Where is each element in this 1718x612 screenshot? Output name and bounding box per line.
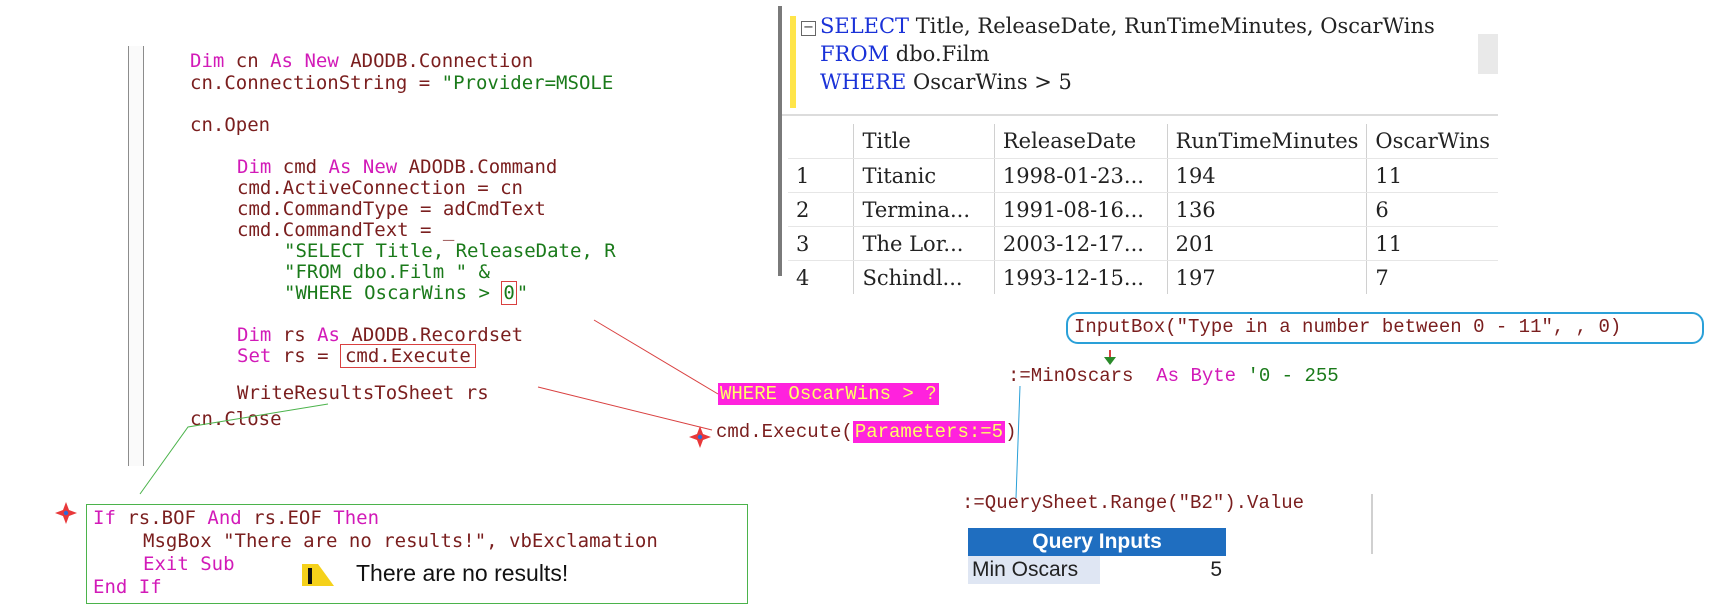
parameters-highlight: Parameters:=5	[852, 421, 1006, 443]
exclamation-icon	[302, 564, 334, 586]
keyword: As Byte	[1156, 365, 1237, 387]
code-line-if: If rs.BOF And rs.EOF Then	[93, 507, 379, 529]
red-connector-where	[593, 319, 719, 395]
no-results-check-block: If rs.BOF And rs.EOF Then MsgBox "There …	[86, 504, 748, 604]
code-text: cmd.Execute(	[716, 421, 853, 443]
code-line-exit-sub: Exit Sub	[143, 553, 235, 575]
keyword: And	[207, 507, 242, 529]
down-arrow-icon	[1104, 350, 1116, 365]
sparkle-icon	[55, 502, 77, 524]
inputbox-text: InputBox("Type in a number between 0 - 1…	[1074, 316, 1622, 338]
where-parameter-annotation: WHERE OscarWins > ?	[718, 383, 939, 405]
min-oscars-value[interactable]: 5	[1210, 556, 1222, 584]
queryrange-annotation: :=QuerySheet.Range("B2").Value	[962, 492, 1305, 514]
min-oscars-row[interactable]: Min Oscars 5	[968, 556, 1226, 584]
green-connector-error	[139, 403, 329, 495]
inputbox-annotation: InputBox("Type in a number between 0 - 1…	[1066, 312, 1704, 344]
minoscars-declaration: :=MinOscars As Byte '0 - 255	[1008, 365, 1339, 387]
blue-connector-minoscars	[1015, 385, 1021, 499]
message-text: There are no results!	[356, 560, 569, 586]
code-line-end-if: End If	[93, 576, 162, 598]
code-line-msgbox: MsgBox "There are no results!", vbExclam…	[143, 530, 658, 552]
cmd-execute-annotation: cmd.Execute(Parameters:=5)	[716, 420, 1016, 444]
comment: '0 - 255	[1247, 365, 1339, 387]
keyword: Then	[333, 507, 380, 529]
code-text: )	[1005, 421, 1017, 443]
keyword: If	[93, 507, 116, 529]
code-text: rs.EOF	[241, 507, 334, 529]
query-inputs-header: Query Inputs	[968, 528, 1226, 556]
variable-name: :=MinOscars	[1008, 365, 1134, 387]
min-oscars-label: Min Oscars	[968, 556, 1100, 584]
code-text: rs.BOF	[115, 507, 208, 529]
red-connector-execute	[537, 386, 713, 431]
query-inputs-sheet: Query Inputs Min Oscars 5	[968, 528, 1226, 584]
